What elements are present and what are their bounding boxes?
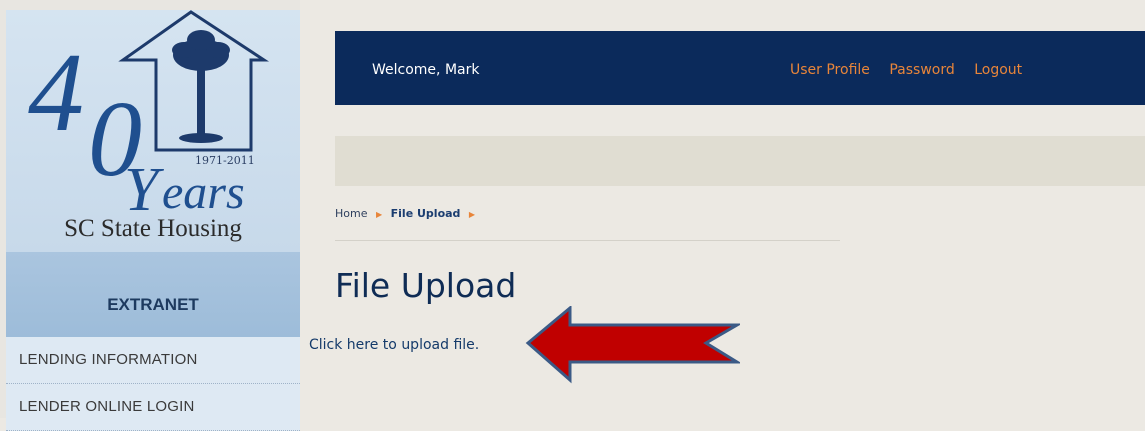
extranet-heading: EXTRANET [6, 252, 300, 337]
secondary-bar [335, 136, 1145, 186]
breadcrumb: Home ▶ File Upload ▶ [335, 207, 480, 220]
sidebar-item-lending-information[interactable]: LENDING INFORMATION [6, 337, 300, 384]
palmetto-tree-icon [172, 30, 230, 143]
logo-dates: 1971-2011 [195, 154, 255, 167]
password-link[interactable]: Password [889, 62, 954, 78]
breadcrumb-separator-icon: ▶ [375, 210, 383, 219]
left-arrow-icon [525, 306, 740, 384]
sidebar-item-label: LENDER ONLINE LOGIN [19, 398, 195, 415]
extranet-label: EXTRANET [107, 295, 199, 314]
sidebar-item-label: LENDING INFORMATION [19, 351, 198, 368]
logo[interactable]: 4 0 Y ears 1971-2011 SC State Housing [6, 10, 300, 252]
breadcrumb-current[interactable]: File Upload [391, 207, 461, 220]
logout-link[interactable]: Logout [974, 62, 1022, 78]
logo-org-name: SC State Housing [64, 215, 242, 242]
breadcrumb-separator-icon: ▶ [468, 210, 476, 219]
top-links: User Profile Password Logout [790, 62, 1037, 78]
page-title: File Upload [335, 266, 517, 305]
sidebar-item-lender-online-login[interactable]: LENDER ONLINE LOGIN [6, 384, 300, 431]
logo-forty: 4 [28, 31, 84, 155]
welcome-text: Welcome, Mark [372, 62, 480, 78]
user-profile-link[interactable]: User Profile [790, 62, 870, 78]
breadcrumb-home-link[interactable]: Home [335, 207, 367, 220]
logo-years-word: ears [162, 166, 245, 219]
top-nav-bar: Welcome, Mark User Profile Password Logo… [335, 31, 1145, 105]
sidebar: 4 0 Y ears 1971-2011 SC State Housing EX… [0, 0, 300, 431]
svg-text:Y: Y [124, 156, 164, 224]
divider [335, 240, 840, 241]
upload-file-link[interactable]: Click here to upload file. [309, 337, 479, 353]
